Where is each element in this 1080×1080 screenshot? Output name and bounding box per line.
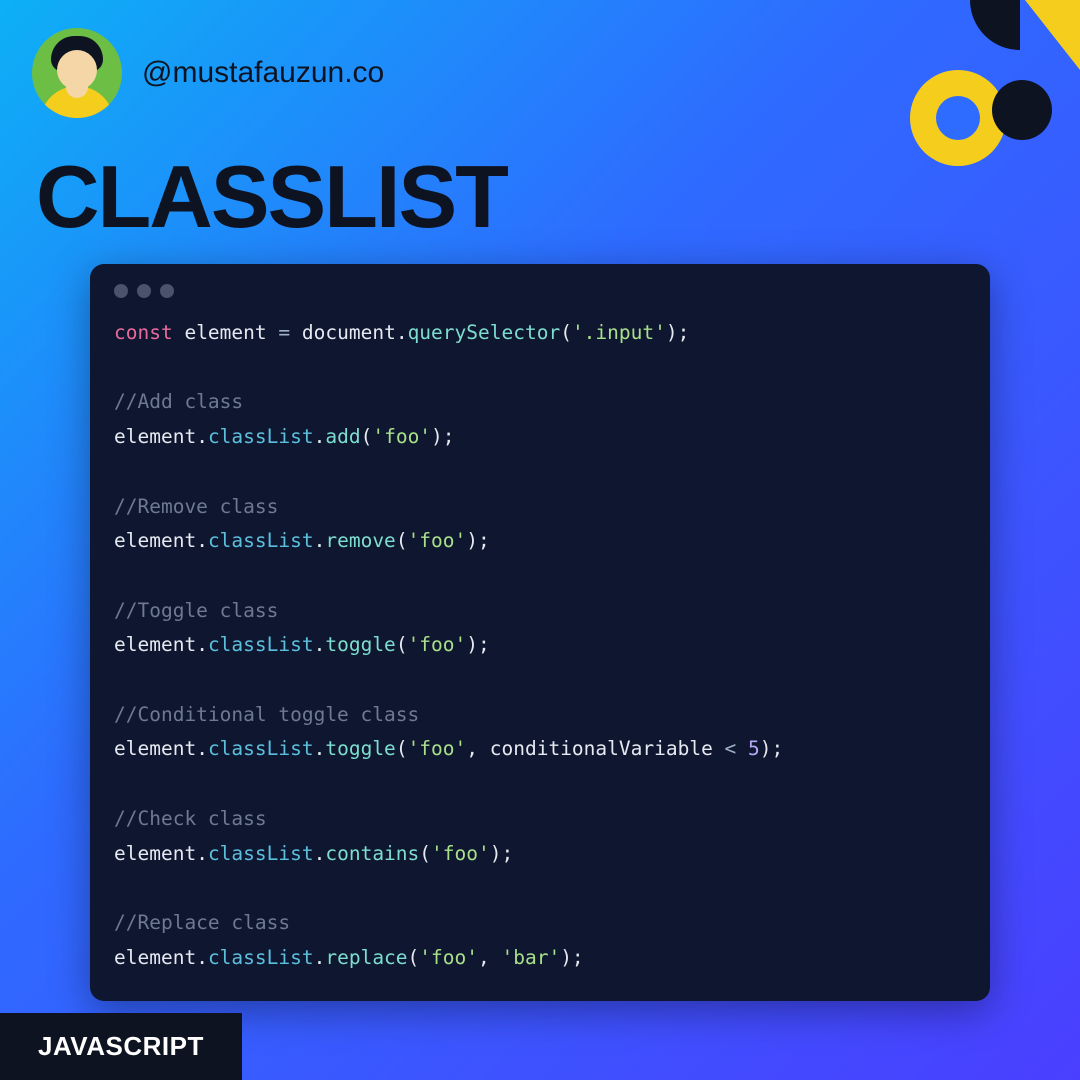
code-window: const element = document.querySelector('… bbox=[90, 264, 990, 1001]
window-dot bbox=[114, 284, 128, 298]
footer-tag: JAVASCRIPT bbox=[0, 1013, 242, 1080]
author-handle: @mustafauzun.co bbox=[142, 56, 384, 90]
code-block: const element = document.querySelector('… bbox=[114, 316, 966, 975]
window-dot bbox=[137, 284, 151, 298]
avatar bbox=[32, 28, 122, 118]
window-dot bbox=[160, 284, 174, 298]
window-controls bbox=[114, 284, 966, 298]
corner-decoration bbox=[850, 0, 1080, 200]
